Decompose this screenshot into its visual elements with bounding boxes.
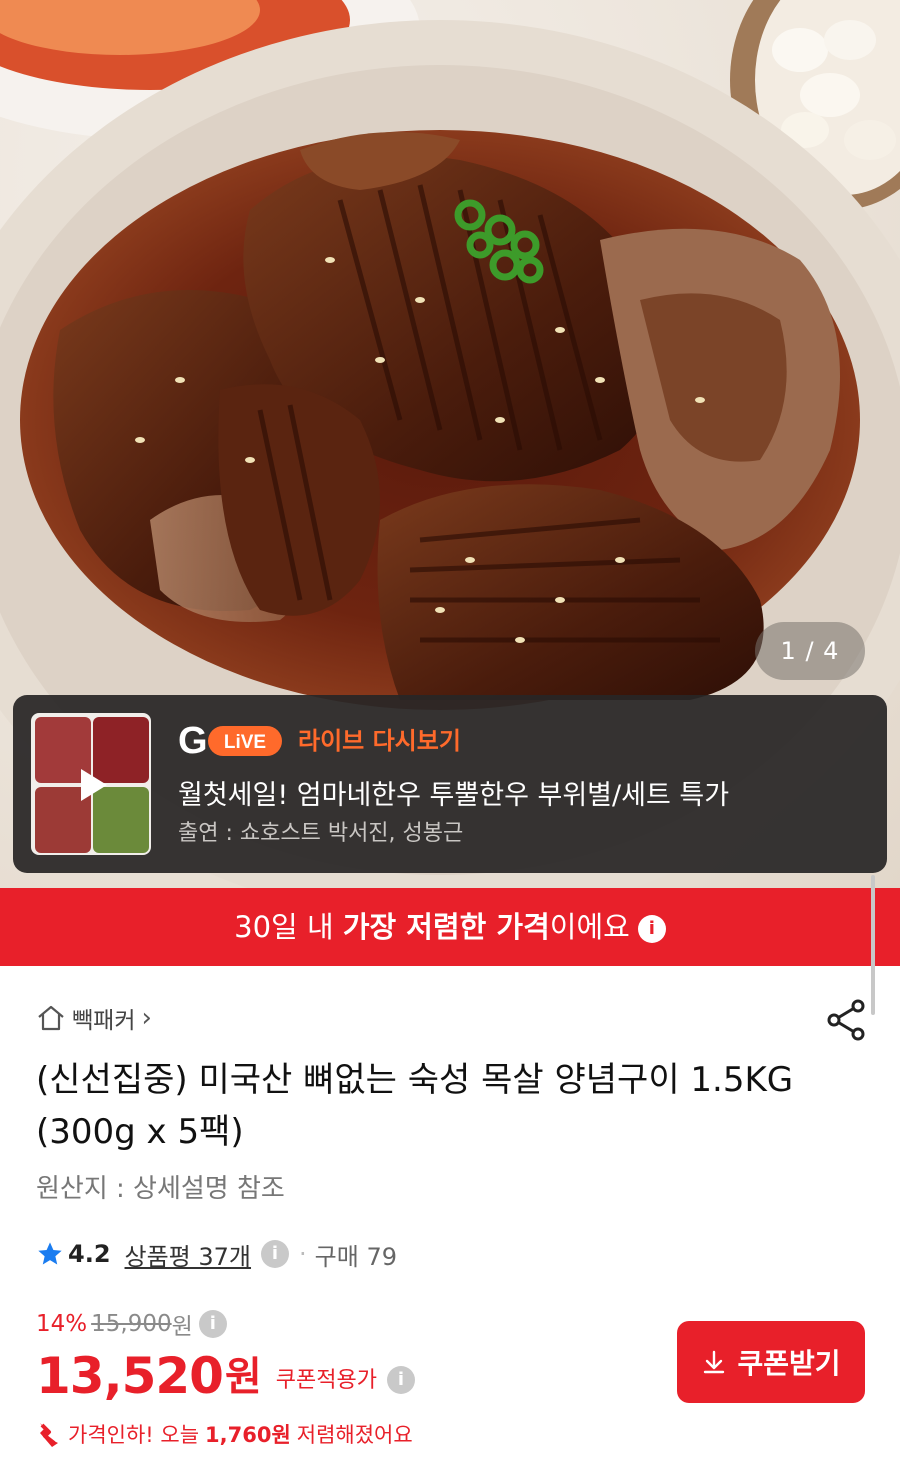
lowest-price-banner[interactable]: 30일 내 가장 저렴한 가격이에요 i: [0, 888, 900, 966]
product-title: (신선집중) 미국산 뼈없는 숙성 목살 양념구이 1.5KG (300g x …: [36, 1060, 794, 1152]
store-link[interactable]: 빽패커 ›: [36, 1000, 152, 1036]
get-coupon-button[interactable]: 쿠폰받기: [677, 1321, 865, 1403]
price-drop-prefix: 가격인하! 오늘: [68, 1423, 200, 1447]
banner-suffix: 이에요: [549, 910, 630, 944]
image-page-indicator: 1 / 4: [755, 622, 865, 680]
price-drop-notice: 가격인하! 오늘 1,760원 저렴해졌어요: [36, 1416, 413, 1452]
star-icon: [38, 1242, 62, 1265]
scrollbar[interactable]: [871, 875, 875, 1015]
reviews-link[interactable]: 상품평 37개: [125, 1237, 252, 1272]
live-cast: 출연 : 쇼호스트 박서진, 성봉근: [178, 821, 464, 846]
g-live-logo-icon: G LiVE: [178, 720, 282, 760]
original-price-unit: 원: [171, 1314, 193, 1340]
store-name: 빽패커: [72, 1008, 136, 1034]
info-icon[interactable]: i: [637, 915, 666, 943]
svg-text:LiVE: LiVE: [224, 732, 266, 753]
live-headline[interactable]: 월첫세일! 엄마네한우 투뿔한우 부위별/세트 특가: [178, 773, 729, 812]
original-price: 15,900: [91, 1311, 172, 1337]
home-icon: [38, 1005, 64, 1031]
info-icon[interactable]: i: [386, 1366, 415, 1394]
sale-price: 13,520: [36, 1347, 224, 1405]
play-icon[interactable]: [67, 761, 115, 809]
product-origin: 원산지 : 상세설명 참조: [36, 1174, 285, 1204]
banner-bold: 가장 저렴한 가격: [342, 910, 550, 944]
svg-text:G: G: [178, 720, 208, 760]
rating-score: 4.2: [68, 1240, 111, 1268]
price-row: 13,520 원 쿠폰적용가 i: [36, 1344, 415, 1406]
rating-row: 4.2 상품평 37개 i · 구매 79: [36, 1234, 397, 1274]
discount-row: 14% 15,900 원 i: [36, 1306, 227, 1342]
price-drop-suffix: 저렴해졌어요: [296, 1423, 413, 1447]
banner-prefix: 30일 내: [234, 910, 343, 944]
live-thumbnail[interactable]: [31, 713, 151, 855]
sale-price-unit: 원: [224, 1354, 262, 1400]
share-icon[interactable]: [824, 996, 870, 1042]
live-replay-title: 라이브 다시보기: [298, 727, 461, 755]
live-replay-banner[interactable]: G LiVE 라이브 다시보기 월첫세일! 엄마네한우 투뿔한우 부위별/세트 …: [13, 695, 887, 873]
download-icon: [704, 1350, 725, 1374]
chevron-right-icon: ›: [141, 1003, 152, 1033]
info-icon[interactable]: i: [261, 1240, 290, 1268]
coupon-applied-label: 쿠폰적용가: [275, 1368, 377, 1393]
price-drop-amount: 1,760원: [205, 1423, 291, 1447]
get-coupon-label: 쿠폰받기: [737, 1347, 841, 1380]
separator: ·: [299, 1240, 307, 1268]
discount-rate: 14%: [36, 1311, 88, 1337]
info-icon[interactable]: i: [198, 1310, 227, 1338]
price-drop-arrow-icon: [40, 1423, 58, 1447]
purchase-count: 구매 79: [314, 1242, 397, 1271]
